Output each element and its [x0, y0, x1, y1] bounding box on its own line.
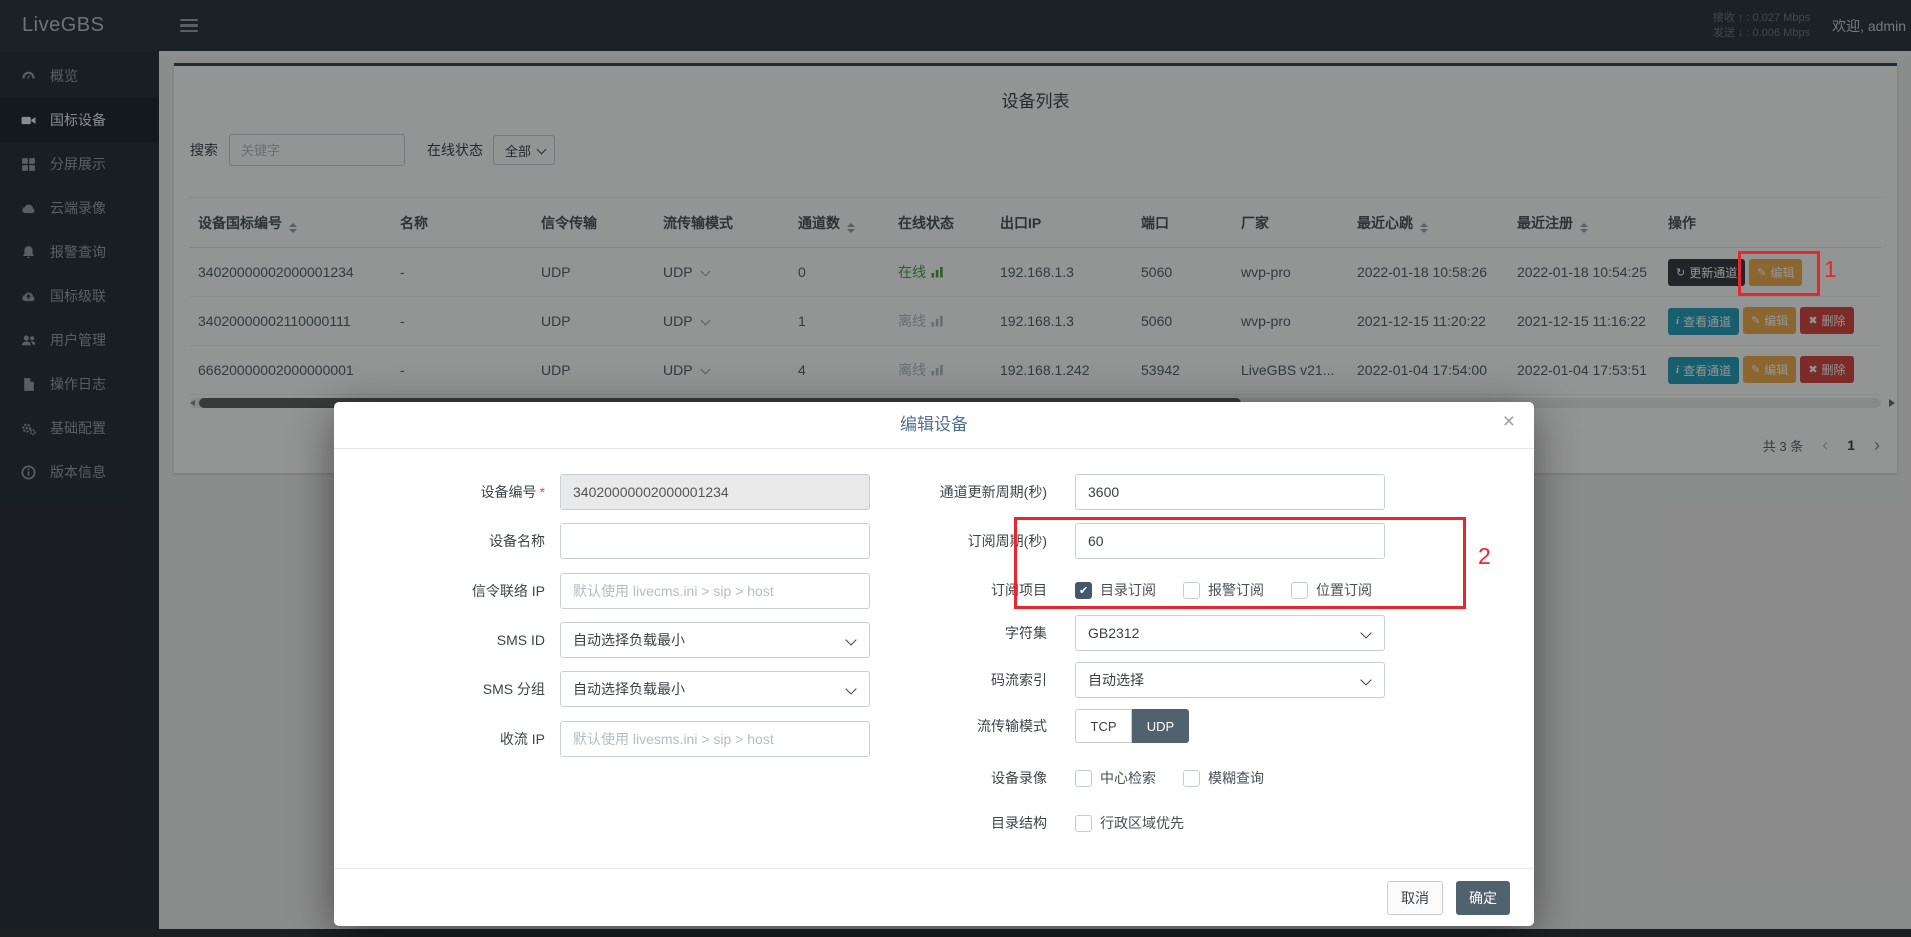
center-search-checkbox[interactable] — [1075, 770, 1092, 787]
annotation-number-1: 1 — [1824, 256, 1837, 283]
annotation-number-2: 2 — [1478, 543, 1491, 570]
cancel-button[interactable]: 取消 — [1387, 881, 1443, 915]
field-charset: 字符集 GB2312 — [894, 615, 1385, 651]
modal-footer: 取消 确定 — [334, 868, 1534, 926]
stream-index-select[interactable]: 自动选择 — [1075, 662, 1385, 698]
channel-refresh-input[interactable] — [1075, 474, 1385, 510]
field-recv-ip: 收流 IP — [334, 721, 870, 757]
device-id-input — [560, 474, 870, 510]
field-stream-mode: 流传输模式 TCP UDP — [894, 708, 1189, 744]
close-icon[interactable]: × — [1503, 411, 1515, 432]
fuzzy-search-checkbox[interactable] — [1183, 770, 1200, 787]
sms-id-select[interactable]: 自动选择负载最小 — [560, 622, 870, 658]
sms-group-select[interactable]: 自动选择负载最小 — [560, 671, 870, 707]
modal-title: 编辑设备 — [334, 402, 1534, 448]
edit-device-modal: 编辑设备 × 设备编号* 设备名称 信令联络 IP SMS ID 自动选择负载最… — [334, 402, 1534, 926]
sip-ip-input[interactable] — [560, 573, 870, 609]
field-sms-group: SMS 分组 自动选择负载最小 — [334, 671, 870, 707]
tcp-toggle-button[interactable]: TCP — [1075, 709, 1132, 743]
device-name-input[interactable] — [560, 523, 870, 559]
admin-region-checkbox[interactable] — [1075, 815, 1092, 832]
field-channel-refresh: 通道更新周期(秒) — [894, 474, 1385, 510]
udp-toggle-button[interactable]: UDP — [1132, 709, 1189, 743]
recv-ip-input[interactable] — [560, 721, 870, 757]
field-device-id: 设备编号* — [334, 474, 870, 510]
required-mark: * — [540, 484, 545, 500]
field-sms-id: SMS ID 自动选择负载最小 — [334, 622, 870, 658]
annotation-box-1 — [1738, 251, 1820, 296]
livegbs-app: LiveGBS 概览国标设备分屏展示云端录像报警查询国标级联用户管理操作日志基础… — [0, 0, 1911, 937]
field-device-name: 设备名称 — [334, 523, 870, 559]
field-catalog-structure: 目录结构 行政区域优先 — [894, 805, 1184, 841]
charset-select[interactable]: GB2312 — [1075, 615, 1385, 651]
confirm-button[interactable]: 确定 — [1456, 881, 1510, 915]
modal-header: 编辑设备 × — [334, 402, 1534, 449]
field-stream-index: 码流索引 自动选择 — [894, 662, 1385, 698]
annotation-box-2 — [1014, 517, 1466, 609]
field-device-record: 设备录像 中心检索 模糊查询 — [894, 760, 1264, 796]
field-sip-ip: 信令联络 IP — [334, 573, 870, 609]
